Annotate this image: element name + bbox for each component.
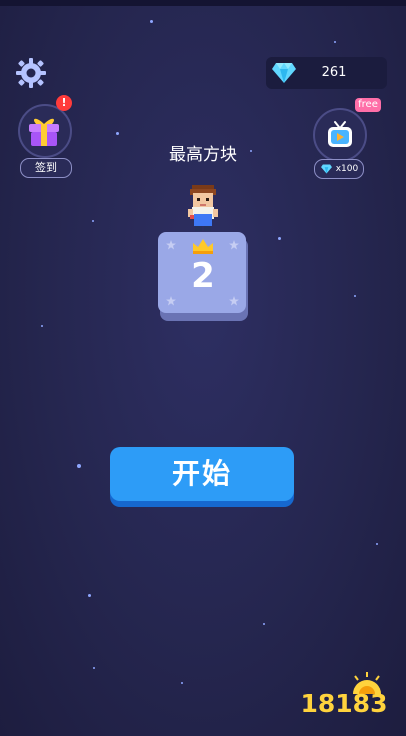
start-button[interactable]: 开始 [110,447,294,501]
reward-amount-text: x100 [335,164,359,174]
diamond-count: 261 [321,65,347,80]
video-reward-amount: x100 [314,159,364,179]
star-icon [229,296,239,306]
best-block-title: 最高方块 [169,145,237,165]
diamond-icon [321,164,332,174]
boy-character-icon [188,185,218,231]
notification-badge: ! [56,95,72,111]
top-status-bar [0,0,406,6]
watermark-text: 18183 [300,689,388,718]
watermark-logo: 18183 [294,670,394,724]
video-reward-button[interactable] [313,108,367,162]
checkin-button[interactable] [18,104,74,160]
settings-button[interactable] [14,56,48,90]
free-badge: free [355,98,381,112]
diamond-icon [272,63,296,83]
star-icon [166,240,176,250]
diamond-counter: 261 [266,57,387,89]
star-icon [229,240,239,250]
best-block-value: 2 [191,256,215,296]
star-icon [166,296,176,306]
checkin-label: 签到 [20,158,72,178]
gear-icon [16,58,46,88]
crown-icon [193,239,213,254]
tv-play-icon [328,121,352,147]
gift-box-icon [29,118,59,146]
